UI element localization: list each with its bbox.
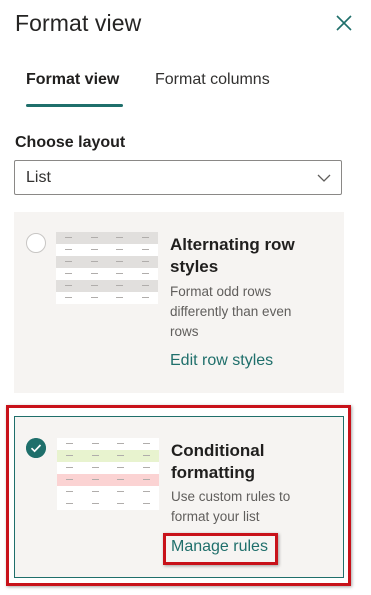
tab-format-view[interactable]: Format view: [26, 71, 119, 89]
layout-dropdown-value: List: [26, 169, 51, 186]
panel-title: Format view: [15, 10, 142, 36]
manage-rules-link[interactable]: Manage rules: [171, 538, 268, 556]
alternating-rows-preview: [56, 232, 158, 304]
choose-layout-label: Choose layout: [15, 134, 126, 151]
layout-dropdown[interactable]: List: [14, 160, 342, 195]
option-card-conditional-formatting[interactable]: Conditional formatting Use custom rules …: [14, 416, 344, 578]
conditional-formatting-preview: [57, 438, 159, 510]
option-description: Use custom rules to format your list: [171, 489, 291, 524]
tab-format-columns[interactable]: Format columns: [155, 71, 270, 89]
option-card-alternating-rows[interactable]: Alternating row styles Format odd rows d…: [14, 212, 344, 393]
active-tab-indicator: [26, 104, 123, 107]
close-icon[interactable]: [333, 12, 355, 34]
radio-alternating-rows[interactable]: [26, 233, 46, 253]
checkmark-icon[interactable]: [26, 438, 46, 458]
edit-row-styles-link[interactable]: Edit row styles: [170, 352, 273, 370]
option-title: Conditional formatting: [171, 441, 265, 482]
option-title: Alternating row styles: [170, 235, 295, 276]
option-description: Format odd rows differently than even ro…: [170, 284, 292, 339]
chevron-down-icon: [317, 174, 331, 182]
